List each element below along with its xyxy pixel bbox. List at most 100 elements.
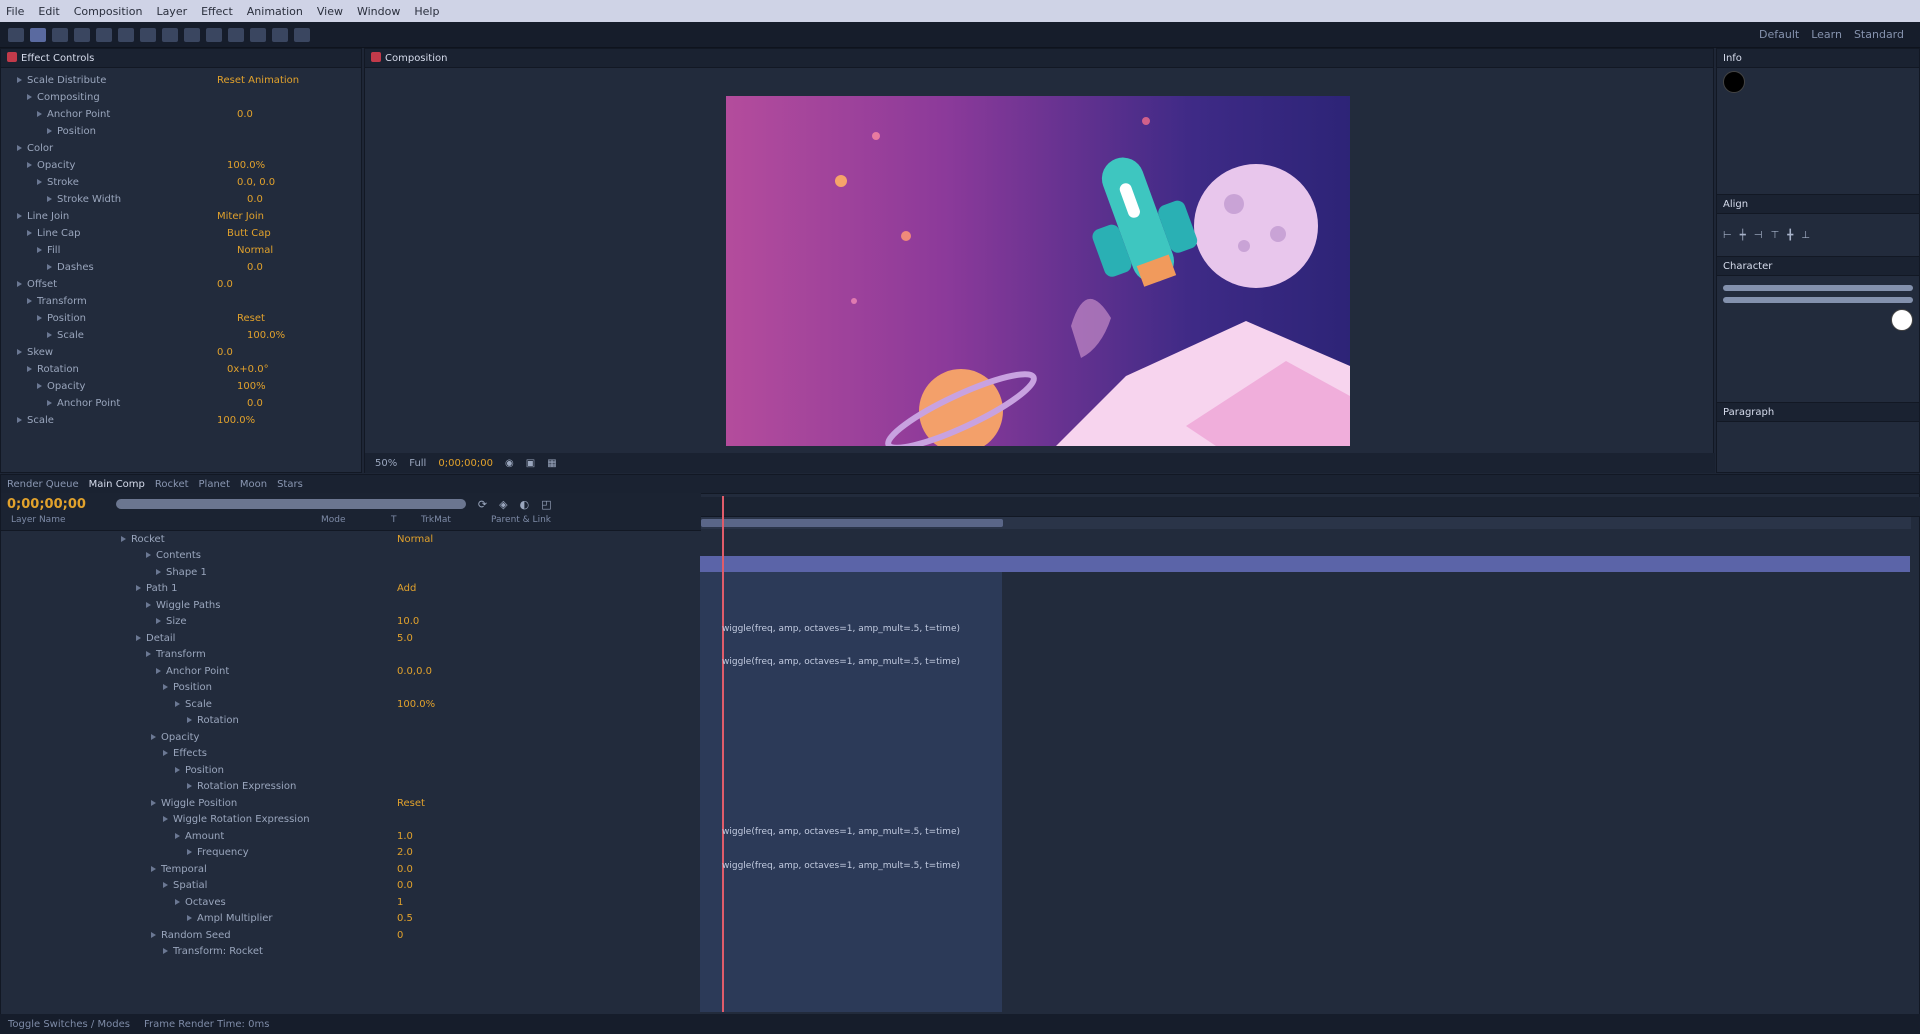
layer-property-value[interactable]: Add bbox=[397, 583, 416, 594]
effect-property-row[interactable]: Opacity 100% bbox=[7, 378, 355, 395]
disclosure-triangle-icon[interactable] bbox=[17, 145, 22, 151]
effect-property-value[interactable]: 0.0 bbox=[247, 194, 263, 205]
layer-property-row[interactable]: Wiggle Position Reset bbox=[1, 795, 701, 812]
disclosure-triangle-icon[interactable] bbox=[47, 264, 52, 270]
disclosure-triangle-icon[interactable] bbox=[17, 281, 22, 287]
disclosure-triangle-icon[interactable] bbox=[151, 799, 156, 806]
effect-property-row[interactable]: Line Join Miter Join bbox=[7, 208, 355, 225]
layer-property-row[interactable]: Rocket Normal bbox=[1, 531, 701, 548]
font-family-field[interactable] bbox=[1723, 285, 1913, 291]
shape-tool-icon[interactable] bbox=[162, 27, 178, 42]
layer-property-row[interactable]: Wiggle Paths bbox=[1, 597, 701, 614]
home-icon[interactable] bbox=[8, 27, 24, 42]
tab-render-queue[interactable]: Render Queue bbox=[7, 479, 79, 490]
disclosure-triangle-icon[interactable] bbox=[27, 230, 32, 236]
col-parent[interactable]: Parent & Link bbox=[491, 515, 551, 530]
disclosure-triangle-icon[interactable] bbox=[146, 651, 151, 658]
effect-property-value[interactable]: Butt Cap bbox=[227, 228, 271, 239]
menu-window[interactable]: Window bbox=[357, 5, 400, 18]
layer-property-value[interactable]: 0.0,0.0 bbox=[397, 666, 432, 677]
tab-planet[interactable]: Planet bbox=[199, 479, 230, 490]
effect-property-row[interactable]: Anchor Point 0.0 bbox=[7, 106, 355, 123]
layer-property-row[interactable]: Scale 100.0% bbox=[1, 696, 701, 713]
disclosure-triangle-icon[interactable] bbox=[187, 849, 192, 856]
disclosure-triangle-icon[interactable] bbox=[17, 349, 22, 355]
effect-property-row[interactable]: Color bbox=[7, 140, 355, 157]
effect-property-value[interactable]: 0.0 bbox=[217, 347, 233, 358]
viewer-timecode[interactable]: 0;00;00;00 bbox=[438, 458, 493, 469]
disclosure-triangle-icon[interactable] bbox=[187, 717, 192, 724]
zoom-tool-icon[interactable] bbox=[74, 27, 90, 42]
align-middle-icon[interactable]: ╋ bbox=[1787, 230, 1793, 241]
align-center-icon[interactable]: ┿ bbox=[1740, 230, 1746, 241]
layer-property-row[interactable]: Anchor Point 0.0,0.0 bbox=[1, 663, 701, 680]
layer-property-row[interactable]: Position bbox=[1, 762, 701, 779]
disclosure-triangle-icon[interactable] bbox=[37, 383, 42, 389]
layer-property-value[interactable]: 0 bbox=[397, 930, 403, 941]
disclosure-triangle-icon[interactable] bbox=[47, 196, 52, 202]
composition-tab[interactable]: Composition bbox=[371, 52, 447, 64]
layer-property-row[interactable]: Rotation bbox=[1, 713, 701, 730]
menu-edit[interactable]: Edit bbox=[38, 5, 59, 18]
layer-property-row[interactable]: Position bbox=[1, 680, 701, 697]
disclosure-triangle-icon[interactable] bbox=[17, 213, 22, 219]
effect-property-row[interactable]: Opacity 100.0% bbox=[7, 157, 355, 174]
layer-property-row[interactable]: Rotation Expression bbox=[1, 779, 701, 796]
grid-icon[interactable]: ▦ bbox=[547, 458, 556, 469]
layer-property-row[interactable]: Amount 1.0 bbox=[1, 828, 701, 845]
disclosure-triangle-icon[interactable] bbox=[175, 766, 180, 773]
disclosure-triangle-icon[interactable] bbox=[27, 298, 32, 304]
motion-blur-icon[interactable]: ◐ bbox=[520, 498, 530, 511]
workspace-standard[interactable]: Standard bbox=[1854, 28, 1904, 41]
effect-property-row[interactable]: Transform bbox=[7, 293, 355, 310]
workspace-default[interactable]: Default bbox=[1759, 28, 1799, 41]
effect-property-row[interactable]: Skew 0.0 bbox=[7, 344, 355, 361]
disclosure-triangle-icon[interactable] bbox=[27, 94, 32, 100]
effect-property-value[interactable]: 100.0% bbox=[217, 415, 255, 426]
align-bottom-icon[interactable]: ⊥ bbox=[1801, 230, 1810, 241]
disclosure-triangle-icon[interactable] bbox=[47, 128, 52, 134]
layer-property-row[interactable]: Wiggle Rotation Expression bbox=[1, 812, 701, 829]
snapshot-icon[interactable]: ◉ bbox=[505, 458, 514, 469]
fill-color-swatch[interactable] bbox=[1891, 309, 1913, 331]
col-trkmat[interactable]: TrkMat bbox=[421, 515, 481, 530]
align-left-icon[interactable]: ⊢ bbox=[1723, 230, 1732, 241]
layer-property-row[interactable]: Detail 5.0 bbox=[1, 630, 701, 647]
disclosure-triangle-icon[interactable] bbox=[163, 948, 168, 955]
effect-property-value[interactable]: 0.0 bbox=[217, 279, 233, 290]
effect-property-row[interactable]: Scale 100.0% bbox=[7, 327, 355, 344]
disclosure-triangle-icon[interactable] bbox=[187, 783, 192, 790]
disclosure-triangle-icon[interactable] bbox=[163, 882, 168, 889]
layer-property-value[interactable]: 0.0 bbox=[397, 864, 413, 875]
layer-property-row[interactable]: Transform: Rocket bbox=[1, 944, 701, 961]
disclosure-triangle-icon[interactable] bbox=[47, 332, 52, 338]
effect-property-value[interactable]: 0.0, 0.0 bbox=[237, 177, 275, 188]
layer-property-value[interactable]: 100.0% bbox=[397, 699, 435, 710]
disclosure-triangle-icon[interactable] bbox=[37, 111, 42, 117]
effect-property-row[interactable]: Scale 100.0% bbox=[7, 412, 355, 429]
effect-property-value[interactable]: Normal bbox=[237, 245, 273, 256]
tab-stars[interactable]: Stars bbox=[277, 479, 303, 490]
disclosure-triangle-icon[interactable] bbox=[146, 601, 151, 608]
disclosure-triangle-icon[interactable] bbox=[37, 315, 42, 321]
layer-property-value[interactable]: 0.5 bbox=[397, 913, 413, 924]
disclosure-triangle-icon[interactable] bbox=[156, 568, 161, 575]
effect-property-row[interactable]: Fill Normal bbox=[7, 242, 355, 259]
layer-property-value[interactable]: Reset bbox=[397, 798, 425, 809]
camera-tool-icon[interactable] bbox=[118, 27, 134, 42]
menu-animation[interactable]: Animation bbox=[247, 5, 303, 18]
layer-property-row[interactable]: Shape 1 bbox=[1, 564, 701, 581]
disclosure-triangle-icon[interactable] bbox=[47, 400, 52, 406]
layer-property-value[interactable]: 2.0 bbox=[397, 847, 413, 858]
graph-editor-icon[interactable]: ◰ bbox=[541, 498, 551, 511]
layer-property-row[interactable]: Frequency 2.0 bbox=[1, 845, 701, 862]
draft-3d-icon[interactable]: ◈ bbox=[499, 498, 507, 511]
disclosure-triangle-icon[interactable] bbox=[136, 634, 141, 641]
toggle-modes-button[interactable]: Toggle Switches / Modes bbox=[8, 1019, 130, 1030]
current-timecode[interactable]: 0;00;00;00 bbox=[7, 497, 86, 512]
effect-property-row[interactable]: Compositing bbox=[7, 89, 355, 106]
menu-help[interactable]: Help bbox=[414, 5, 439, 18]
brush-tool-icon[interactable] bbox=[228, 27, 244, 42]
effect-property-row[interactable]: Line Cap Butt Cap bbox=[7, 225, 355, 242]
tab-rocket[interactable]: Rocket bbox=[155, 479, 189, 490]
